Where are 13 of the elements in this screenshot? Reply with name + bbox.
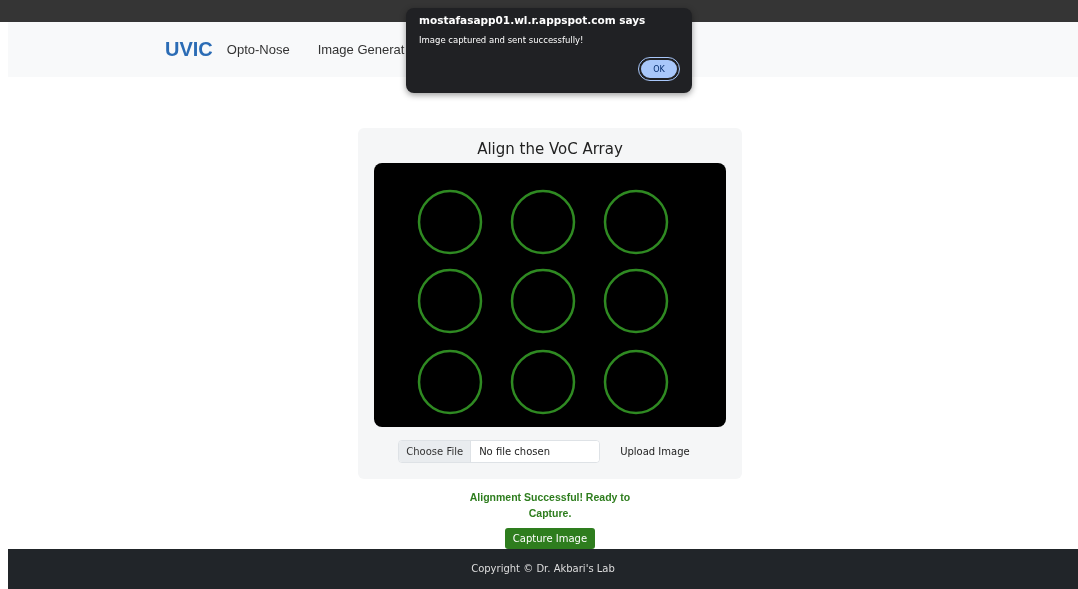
file-field[interactable]: Choose File No file chosen — [398, 439, 601, 463]
card-title: Align the VoC Array — [477, 139, 623, 158]
status-message: Alignment Successful! Ready to Capture. — [468, 489, 632, 521]
choose-file-button[interactable]: Choose File — [399, 440, 472, 462]
copyright-text: Copyright © Dr. Akbari's Lab — [471, 563, 615, 575]
capture-button[interactable]: Capture Image — [504, 527, 596, 549]
logo[interactable]: UVIC — [165, 37, 213, 61]
nav-link[interactable]: Image Generat — [317, 41, 405, 57]
dialog-message: Image captured and sent successfully! — [419, 35, 585, 45]
nav-link[interactable]: Opto-Nose — [226, 41, 290, 57]
upload-button[interactable]: Upload Image — [608, 439, 702, 463]
ok-button[interactable]: OK — [639, 58, 679, 80]
dialog-title: mostafasapp01.wl.r.appspot.com says — [419, 14, 647, 26]
